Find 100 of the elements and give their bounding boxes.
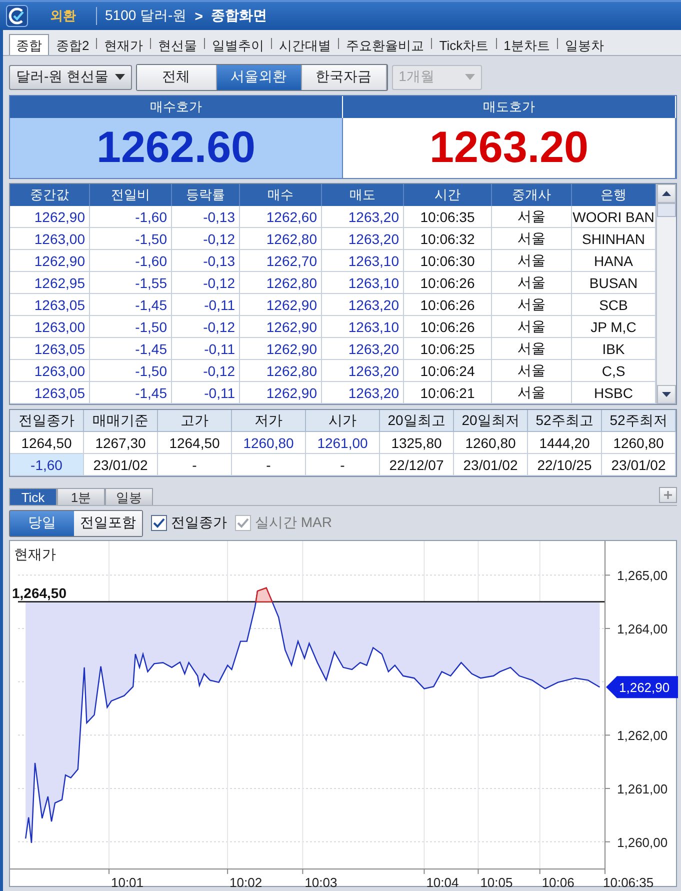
summary-cell: 1260,80 — [232, 432, 306, 454]
summary-header: 매매기준 — [84, 410, 158, 432]
tab[interactable]: 현재가 — [97, 34, 150, 55]
price-tag: 1,262,90 — [606, 676, 678, 698]
table-cell: -0,13 — [172, 250, 240, 272]
column-header: 매도 — [322, 184, 404, 206]
tab[interactable]: 종합2 — [49, 34, 96, 55]
table-cell: 1263,20 — [322, 382, 404, 404]
y-axis-label: 1,262,00 — [617, 728, 668, 744]
y-axis-label: 1,260,00 — [617, 834, 668, 850]
table-cell: 1263,00 — [10, 360, 90, 382]
tab[interactable]: 일별추이 — [205, 34, 272, 55]
tab[interactable]: 현선물 — [151, 34, 204, 55]
x-axis-label: 10:06:35 — [603, 875, 654, 890]
tab[interactable]: 시간대별 — [272, 34, 338, 55]
app-logo-icon — [6, 5, 28, 27]
table-cell: -1,45 — [90, 382, 172, 404]
table-cell: -1,45 — [90, 338, 172, 360]
quote-price: 1262.60 — [10, 118, 343, 178]
reference-label: 1,264,50 — [12, 584, 66, 601]
table-cell: 10:06:35 — [404, 206, 492, 228]
table-cell: 1262,90 — [240, 382, 322, 404]
table-cell: 1262,90 — [240, 338, 322, 360]
add-button[interactable] — [659, 487, 677, 503]
summary-cell: 1264,50 — [10, 432, 84, 454]
table-cell: 1263,20 — [322, 360, 404, 382]
table-cell: -1,50 — [90, 228, 172, 250]
summary-cell: - — [306, 454, 380, 476]
x-axis-label: 10:06 — [542, 875, 574, 890]
range-button[interactable]: 전일포함 — [74, 510, 142, 536]
table-cell: 1263,10 — [322, 250, 404, 272]
summary-cell: - — [232, 454, 306, 476]
segment-button[interactable]: 한국자금 — [302, 64, 387, 90]
tab[interactable]: 1분차트 — [496, 34, 557, 55]
checkbox-label: 실시간 MAR — [255, 514, 332, 532]
y-axis-label: 1,261,00 — [617, 781, 668, 796]
checkbox[interactable] — [151, 515, 167, 531]
table-cell: 1263,00 — [10, 228, 90, 250]
table-cell: 1262,90 — [10, 206, 90, 228]
table-cell: 1263,10 — [322, 316, 404, 338]
summary-header: 시가 — [306, 410, 380, 432]
summary-cell: 22/12/07 — [380, 454, 454, 476]
module-label: 외환 — [49, 7, 77, 25]
quote-header: 매도호가 — [343, 96, 676, 118]
caret-icon — [114, 74, 125, 80]
column-header: 매수 — [240, 184, 322, 206]
tab[interactable]: 일봉차 — [558, 34, 611, 55]
table-cell: 서울 — [492, 360, 572, 382]
summary-header: 20일최저 — [454, 410, 528, 432]
table-cell: 10:06:26 — [404, 294, 492, 316]
table-cell: 서울 — [492, 206, 572, 228]
chart-tab[interactable]: 일봉 — [105, 488, 153, 505]
scrollbar[interactable] — [656, 184, 676, 404]
scroll-thumb[interactable] — [657, 203, 676, 217]
tab[interactable]: Tick차트 — [432, 34, 496, 55]
summary-cell: 22/10/25 — [528, 454, 602, 476]
summary-header: 전일종가 — [10, 410, 84, 432]
table-cell: 1263,20 — [322, 294, 404, 316]
summary-header: 20일최고 — [380, 410, 454, 432]
summary-cell: - — [158, 454, 232, 476]
table-cell: -0,12 — [172, 272, 240, 294]
table-cell: 1263,10 — [322, 272, 404, 294]
check-icon — [153, 518, 165, 528]
table-cell: -1,50 — [90, 360, 172, 382]
table-cell: 1262,60 — [240, 206, 322, 228]
column-header: 은행 — [572, 184, 656, 206]
checkbox-label: 전일종가 — [171, 514, 227, 532]
table-cell: 1262,70 — [240, 250, 322, 272]
column-header: 등락률 — [172, 184, 240, 206]
scroll-down-icon — [662, 392, 671, 397]
instrument-dropdown[interactable]: 달러-원 현선물 — [9, 64, 132, 90]
chart-tab[interactable]: 1분 — [57, 488, 105, 505]
table-cell: -0,12 — [172, 228, 240, 250]
summary-cell: 1260,80 — [602, 432, 676, 454]
caret-icon — [464, 74, 475, 80]
range-button[interactable]: 당일 — [10, 510, 74, 536]
screen-code: 5100 달러-원 — [105, 7, 187, 25]
summary-cell: 1260,80 — [454, 432, 528, 454]
x-axis-label: 10:05 — [480, 875, 513, 890]
scroll-up-icon — [662, 191, 671, 196]
table-cell: -1,45 — [90, 294, 172, 316]
table-cell: -0,11 — [172, 338, 240, 360]
table-cell: 1263,05 — [10, 338, 90, 360]
column-header: 전일비 — [90, 184, 172, 206]
summary-cell: 23/01/02 — [602, 454, 676, 476]
y-axis-label: 1,264,00 — [617, 621, 668, 636]
summary-cell: 1264,50 — [158, 432, 232, 454]
check-icon — [237, 518, 249, 528]
table-cell: -1,50 — [90, 316, 172, 338]
table-cell: 서울 — [492, 228, 572, 250]
segment-button[interactable]: 서울외환 — [216, 64, 302, 90]
summary-header: 저가 — [232, 410, 306, 432]
chart-tab[interactable]: Tick — [9, 488, 57, 505]
table-cell: 1263,20 — [322, 206, 404, 228]
tab[interactable]: 주요환율비교 — [339, 34, 432, 55]
segment-button[interactable]: 전체 — [136, 64, 217, 90]
table-cell: 1262,95 — [10, 272, 90, 294]
summary-header: 52주최고 — [528, 410, 602, 432]
table-cell: 1262,80 — [240, 228, 322, 250]
tab[interactable]: 종합 — [9, 34, 49, 55]
